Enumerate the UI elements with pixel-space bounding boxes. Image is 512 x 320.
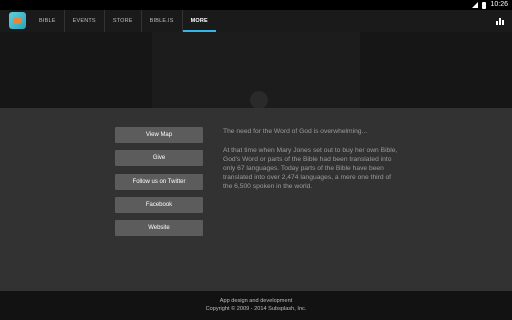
logo-watermark-icon [250,91,268,109]
tab-bar: BIBLE EVENTS STORE BIBLE.IS MORE [31,10,217,32]
status-bar: 10:26 [0,0,512,10]
signal-icon [472,2,479,8]
footer: App design and development Copyright © 2… [0,291,512,320]
tab-events[interactable]: EVENTS [63,10,104,32]
app-logo-icon[interactable] [9,12,26,29]
status-time: 10:26 [490,1,508,8]
chart-icon[interactable] [496,17,504,25]
tab-more[interactable]: MORE [181,10,217,32]
give-button[interactable]: Give [115,150,203,166]
footer-copyright: Copyright © 2009 - 2014 Subsplash, Inc. [205,306,307,312]
website-button[interactable]: Website [115,220,203,236]
facebook-button[interactable]: Facebook [115,197,203,213]
twitter-button[interactable]: Follow us on Twitter [115,174,203,190]
tab-bible-is[interactable]: BIBLE.IS [140,10,182,32]
intro-headline: The need for the Word of God is overwhel… [223,128,368,135]
app-bar: BIBLE EVENTS STORE BIBLE.IS MORE [0,10,512,32]
tab-store[interactable]: STORE [103,10,141,32]
footer-credit: App design and development [219,298,293,304]
intro-body: At that time when Mary Jones set out to … [223,147,398,190]
header-image [0,32,512,109]
tab-bible[interactable]: BIBLE [31,10,64,32]
battery-icon [482,1,487,9]
view-map-button[interactable]: View Map [115,127,203,143]
